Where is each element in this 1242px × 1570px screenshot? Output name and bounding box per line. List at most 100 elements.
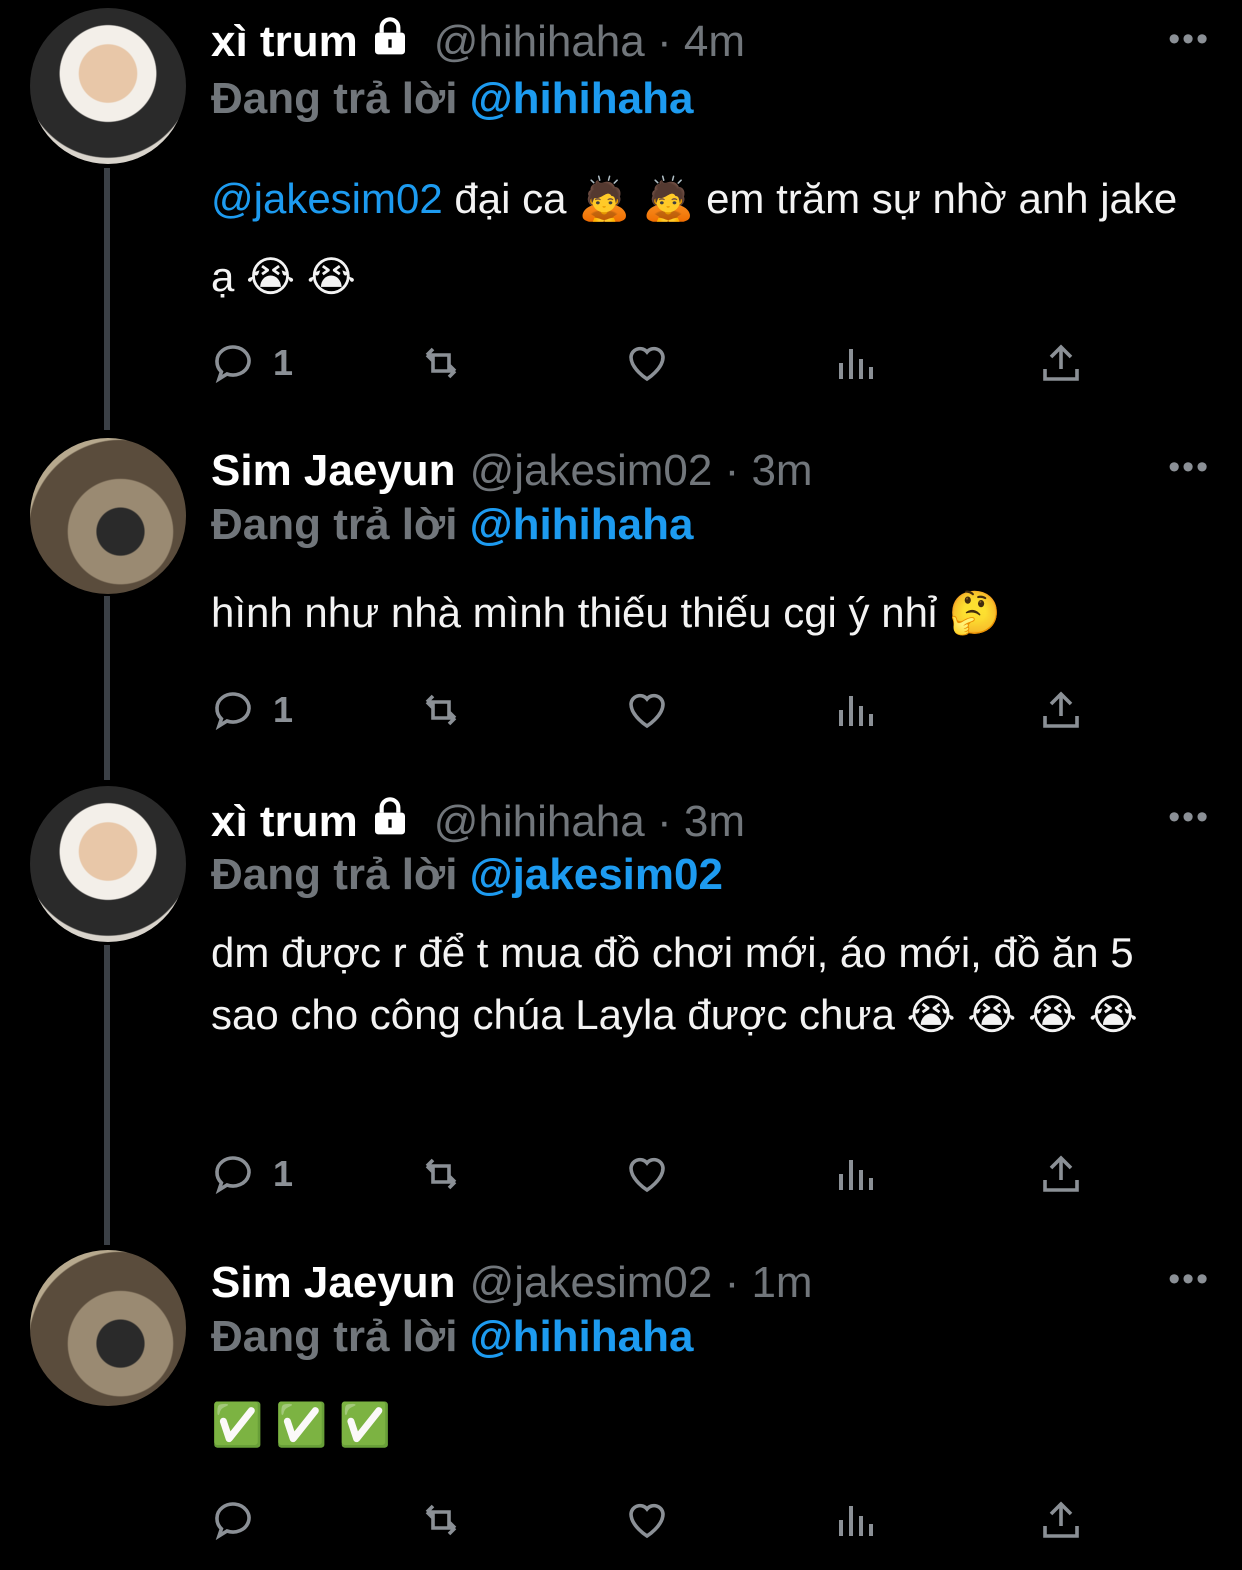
share-button[interactable] bbox=[1037, 333, 1085, 393]
reply-button[interactable] bbox=[211, 1490, 273, 1550]
retweet-button[interactable] bbox=[417, 1144, 465, 1204]
body-mention[interactable]: @jakesim02 bbox=[211, 175, 443, 222]
views-icon bbox=[839, 1506, 873, 1536]
tweet[interactable]: Sim Jaeyun @jakesim02 · 1m ••• Đang trả … bbox=[0, 1242, 1242, 1570]
share-icon bbox=[1043, 344, 1079, 381]
reply-count: 1 bbox=[273, 1153, 294, 1194]
share-button[interactable] bbox=[1037, 1144, 1085, 1204]
share-button[interactable] bbox=[1037, 1490, 1085, 1550]
views-icon bbox=[839, 696, 873, 726]
share-button[interactable] bbox=[1037, 680, 1085, 740]
heart-icon bbox=[629, 346, 665, 382]
share-icon bbox=[1043, 1155, 1079, 1192]
display-name[interactable]: xì trum bbox=[211, 17, 358, 67]
tweet-text: dm được r để t mua đồ chơi mới, áo mới, … bbox=[211, 922, 1171, 1046]
heart-icon bbox=[629, 1157, 665, 1193]
body-text: hình như nhà mình thiếu thiếu cgi ý nhỉ … bbox=[211, 589, 1002, 636]
share-icon bbox=[1043, 1501, 1079, 1538]
reply-icon bbox=[215, 1156, 251, 1195]
handle[interactable]: @hihihaha bbox=[434, 17, 645, 66]
reply-icon bbox=[215, 692, 251, 731]
tweet-actions: 1 bbox=[211, 680, 1079, 740]
retweet-icon bbox=[425, 347, 457, 379]
tweet-meta: @hihihaha · 4m bbox=[434, 17, 745, 67]
views-button[interactable] bbox=[831, 333, 879, 393]
more-icon[interactable]: ••• bbox=[1168, 448, 1210, 487]
handle[interactable]: @jakesim02 bbox=[470, 446, 713, 495]
retweet-button[interactable] bbox=[417, 333, 465, 393]
reply-mention[interactable]: @jakesim02 bbox=[470, 850, 723, 899]
like-button[interactable] bbox=[623, 680, 671, 740]
display-name[interactable]: Sim Jaeyun bbox=[211, 446, 456, 496]
separator: · bbox=[656, 796, 672, 846]
tweet-actions bbox=[211, 1490, 1079, 1550]
reply-button[interactable]: 1 bbox=[211, 333, 293, 393]
views-button[interactable] bbox=[831, 680, 879, 740]
avatar[interactable] bbox=[30, 786, 186, 942]
retweet-button[interactable] bbox=[417, 1490, 465, 1550]
lock-icon bbox=[370, 16, 410, 67]
avatar[interactable] bbox=[30, 1250, 186, 1406]
tweet-header: Sim Jaeyun @jakesim02 · 3m bbox=[211, 446, 813, 496]
views-button[interactable] bbox=[831, 1490, 879, 1550]
tweet-meta: @jakesim02 · 3m bbox=[470, 446, 813, 496]
timestamp[interactable]: 4m bbox=[684, 17, 745, 66]
reply-prefix: Đang trả lời bbox=[211, 500, 458, 549]
display-name[interactable]: Sim Jaeyun bbox=[211, 1258, 456, 1308]
tweet-text: ✅ ✅ ✅ bbox=[211, 1396, 1201, 1454]
avatar[interactable] bbox=[30, 438, 186, 594]
avatar[interactable] bbox=[30, 8, 186, 164]
body-text: ✅ ✅ ✅ bbox=[211, 1401, 392, 1448]
share-icon bbox=[1043, 691, 1079, 728]
like-button[interactable] bbox=[623, 1490, 671, 1550]
tweet[interactable]: xì trum @hihihaha · 3m ••• Đang trả lời … bbox=[0, 780, 1242, 1245]
more-icon[interactable]: ••• bbox=[1168, 20, 1210, 59]
retweet-icon bbox=[425, 1504, 457, 1536]
lock-icon bbox=[370, 796, 410, 847]
retweet-icon bbox=[425, 1158, 457, 1190]
separator: · bbox=[724, 446, 740, 495]
reply-context: Đang trả lời @hihihaha bbox=[211, 500, 693, 550]
views-icon bbox=[839, 1160, 873, 1190]
reply-button[interactable]: 1 bbox=[211, 680, 293, 740]
reply-count: 1 bbox=[273, 342, 294, 383]
reply-context: Đang trả lời @hihihaha bbox=[211, 1312, 693, 1362]
tweet[interactable]: Sim Jaeyun @jakesim02 · 3m ••• Đang trả … bbox=[0, 430, 1242, 780]
handle[interactable]: @hihihaha bbox=[434, 797, 645, 846]
reply-icon bbox=[215, 1502, 251, 1541]
tweet-meta: @jakesim02 · 1m bbox=[470, 1258, 813, 1308]
tweet-actions: 1 bbox=[211, 333, 1079, 393]
tweet-text: @jakesim02 đại ca 🙇 🙇 em trăm sự nhờ anh… bbox=[211, 160, 1201, 316]
views-button[interactable] bbox=[831, 1144, 879, 1204]
reply-button[interactable]: 1 bbox=[211, 1144, 293, 1204]
more-icon[interactable]: ••• bbox=[1168, 798, 1210, 837]
heart-icon bbox=[629, 693, 665, 729]
reply-mention[interactable]: @hihihaha bbox=[470, 1312, 694, 1361]
tweet-text: hình như nhà mình thiếu thiếu cgi ý nhỉ … bbox=[211, 584, 1201, 642]
reply-prefix: Đang trả lời bbox=[211, 850, 458, 899]
timestamp[interactable]: 3m bbox=[751, 446, 812, 495]
views-icon bbox=[839, 349, 873, 379]
tweet-header: xì trum @hihihaha · 4m bbox=[211, 16, 745, 67]
reply-icon bbox=[215, 345, 251, 384]
tweet-meta: @hihihaha · 3m bbox=[434, 797, 745, 847]
reply-count: 1 bbox=[273, 689, 294, 730]
tweet[interactable]: xì trum @hihihaha · 4m ••• Đang trả lời … bbox=[0, 0, 1242, 425]
timestamp[interactable]: 1m bbox=[751, 1258, 812, 1307]
tweet-actions: 1 bbox=[211, 1144, 1079, 1204]
tweet-header: xì trum @hihihaha · 3m bbox=[211, 796, 745, 847]
reply-context: Đang trả lời @jakesim02 bbox=[211, 850, 723, 900]
like-button[interactable] bbox=[623, 1144, 671, 1204]
retweet-button[interactable] bbox=[417, 680, 465, 740]
more-icon[interactable]: ••• bbox=[1168, 1260, 1210, 1299]
display-name[interactable]: xì trum bbox=[211, 797, 358, 847]
reply-mention[interactable]: @hihihaha bbox=[470, 74, 694, 123]
retweet-icon bbox=[425, 694, 457, 726]
handle[interactable]: @jakesim02 bbox=[470, 1258, 713, 1307]
timestamp[interactable]: 3m bbox=[684, 797, 745, 846]
reply-mention[interactable]: @hihihaha bbox=[470, 500, 694, 549]
like-button[interactable] bbox=[623, 333, 671, 393]
reply-prefix: Đang trả lời bbox=[211, 1312, 458, 1361]
reply-prefix: Đang trả lời bbox=[211, 74, 458, 123]
separator: · bbox=[656, 16, 672, 66]
